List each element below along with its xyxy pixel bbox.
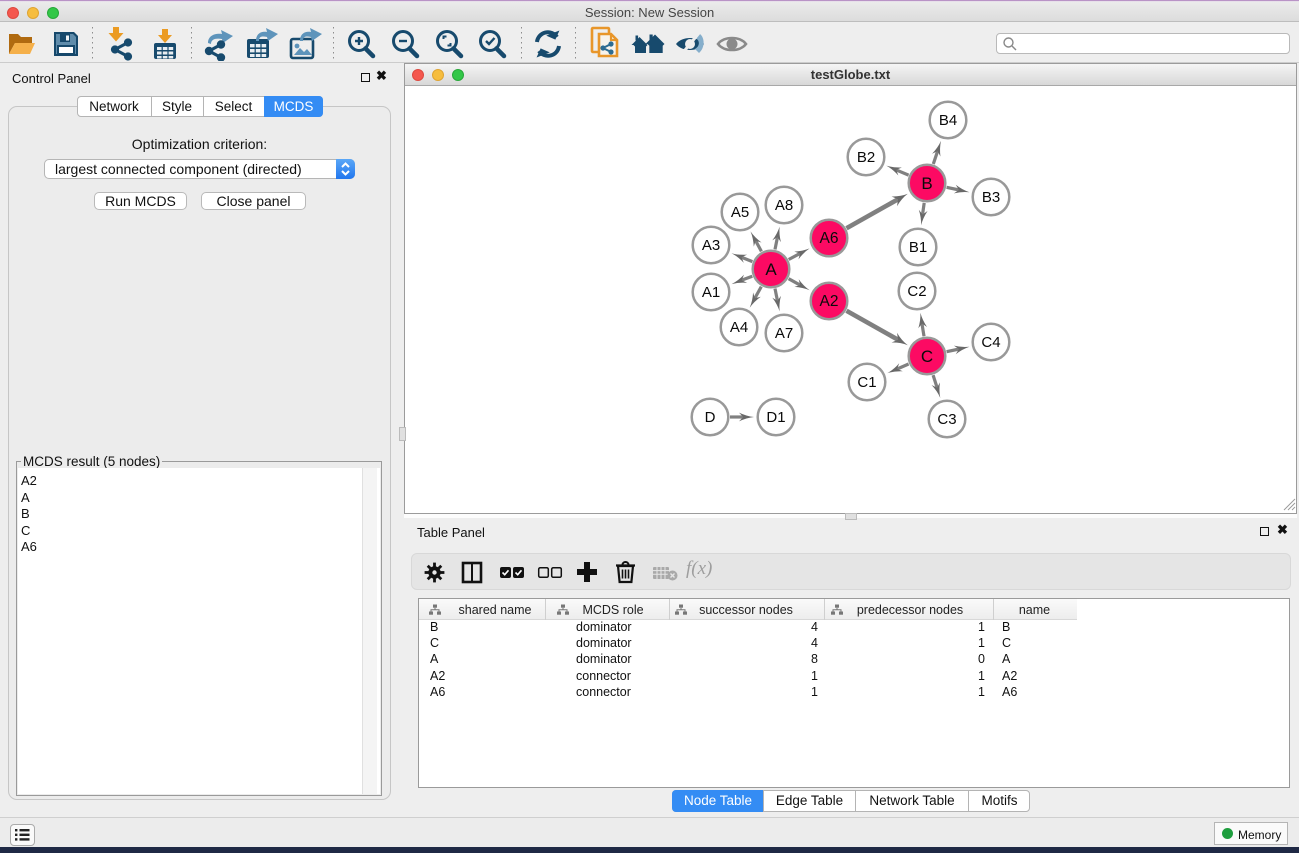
svg-text:B1: B1 [909,239,927,256]
svg-text:D1: D1 [766,409,785,426]
svg-text:B: B [921,174,932,193]
svg-text:B3: B3 [982,189,1000,206]
svg-text:A6: A6 [820,230,839,247]
svg-text:A1: A1 [702,284,720,301]
svg-text:A4: A4 [730,319,748,336]
svg-text:B4: B4 [939,112,957,129]
svg-text:C3: C3 [937,411,956,428]
svg-text:A5: A5 [731,204,749,221]
svg-text:C: C [921,347,933,366]
svg-text:A8: A8 [775,197,793,214]
svg-text:C4: C4 [981,334,1000,351]
svg-text:C1: C1 [857,374,876,391]
svg-text:C2: C2 [907,283,926,300]
svg-text:A: A [765,260,777,279]
svg-text:A3: A3 [702,237,720,254]
svg-text:D: D [705,409,716,426]
svg-text:B2: B2 [857,149,875,166]
svg-text:A7: A7 [775,325,793,342]
svg-text:A2: A2 [820,293,839,310]
